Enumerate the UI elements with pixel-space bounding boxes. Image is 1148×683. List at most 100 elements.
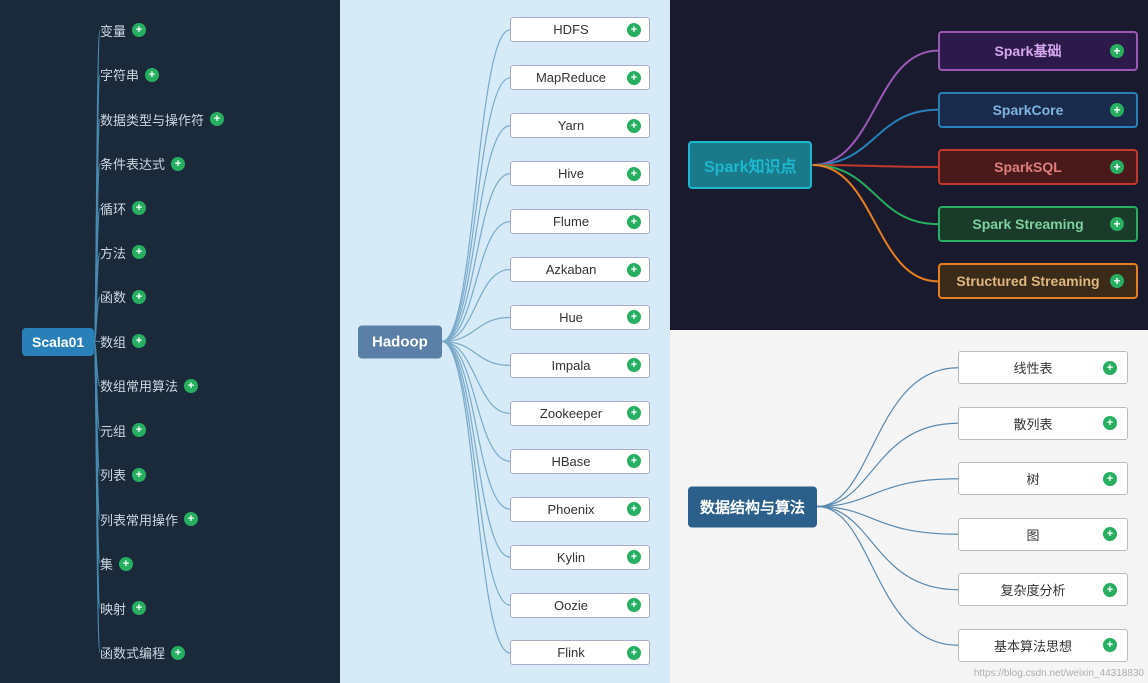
- hadoop-item: Flink+: [510, 640, 650, 665]
- hadoop-item-label: Kylin: [519, 550, 623, 565]
- scala-item-label: 函数: [100, 287, 126, 306]
- spark-item-label: SparkCore: [952, 102, 1104, 118]
- hadoop-item-expand[interactable]: +: [627, 23, 641, 37]
- spark-item: SparkCore +: [938, 92, 1138, 128]
- scala-item-expand[interactable]: +: [132, 468, 146, 482]
- ds-item: 树+: [958, 462, 1128, 495]
- ds-item-label: 基本算法思想: [969, 636, 1097, 655]
- scala-item: 映射 +: [100, 599, 280, 618]
- spark-item-expand[interactable]: +: [1110, 44, 1124, 58]
- hadoop-item: Hue+: [510, 305, 650, 330]
- middle-panel: Hadoop HDFS+MapReduce+Yarn+Hive+Flume+Az…: [340, 0, 670, 683]
- spark-item-label: Structured Streaming: [952, 273, 1104, 289]
- hadoop-item: HDFS +: [510, 17, 650, 42]
- scala-item: 方法 +: [100, 243, 280, 262]
- spark-item-expand[interactable]: +: [1110, 217, 1124, 231]
- spark-item: Spark基础 +: [938, 31, 1138, 71]
- hadoop-item-expand[interactable]: +: [627, 358, 641, 372]
- hadoop-item-label: Hive: [519, 166, 623, 181]
- ds-item-expand[interactable]: +: [1103, 472, 1117, 486]
- spark-item-expand[interactable]: +: [1110, 160, 1124, 174]
- scala-item: 列表常用操作+: [100, 510, 280, 529]
- spark-item: Spark Streaming +: [938, 206, 1138, 242]
- hadoop-item-expand[interactable]: +: [627, 263, 641, 277]
- scala-item-label: 循环: [100, 199, 126, 218]
- scala-item: 集+: [100, 554, 280, 573]
- ds-item-expand[interactable]: +: [1103, 638, 1117, 652]
- ds-item-expand[interactable]: +: [1103, 527, 1117, 541]
- ds-item: 图+: [958, 518, 1128, 551]
- ds-item-expand[interactable]: +: [1103, 583, 1117, 597]
- hadoop-item-expand[interactable]: +: [627, 119, 641, 133]
- scala-item-expand[interactable]: +: [132, 23, 146, 37]
- hadoop-item-expand[interactable]: +: [627, 502, 641, 516]
- spark-item-expand[interactable]: +: [1110, 103, 1124, 117]
- hadoop-item-expand[interactable]: +: [627, 310, 641, 324]
- scala-item-expand[interactable]: +: [145, 68, 159, 82]
- hadoop-item-expand[interactable]: +: [627, 406, 641, 420]
- hadoop-item-label: Flume: [519, 214, 623, 229]
- ds-item-label: 图: [969, 525, 1097, 544]
- scala-item-expand[interactable]: +: [171, 646, 185, 660]
- hadoop-item: Oozie+: [510, 593, 650, 618]
- hadoop-item-expand[interactable]: +: [627, 215, 641, 229]
- scala-item: 函数 +: [100, 287, 280, 306]
- hadoop-item: MapReduce +: [510, 65, 650, 90]
- ds-item: 复杂度分析+: [958, 573, 1128, 606]
- hadoop-item-expand[interactable]: +: [627, 598, 641, 612]
- scala-item-label: 数据类型与操作符: [100, 110, 204, 129]
- scala-item-label: 集: [100, 554, 113, 573]
- ds-root-node[interactable]: 数据结构与算法: [688, 486, 817, 527]
- scala-item-expand[interactable]: +: [171, 157, 185, 171]
- hadoop-item-expand[interactable]: +: [627, 550, 641, 564]
- scala-item-expand[interactable]: +: [184, 379, 198, 393]
- hadoop-item-label: Phoenix: [519, 502, 623, 517]
- ds-items-list: 线性表+散列表+树+图+复杂度分析+基本算法思想+: [958, 330, 1128, 683]
- scala-item-expand[interactable]: +: [119, 557, 133, 571]
- spark-item-expand[interactable]: +: [1110, 274, 1124, 288]
- scala-item-label: 元组: [100, 421, 126, 440]
- hadoop-item: Yarn +: [510, 113, 650, 138]
- spark-item-label: Spark Streaming: [952, 216, 1104, 232]
- scala-item-expand[interactable]: +: [132, 601, 146, 615]
- scala-item-expand[interactable]: +: [132, 290, 146, 304]
- scala-item-label: 变量: [100, 21, 126, 40]
- scala-item-expand[interactable]: +: [184, 512, 198, 526]
- scala-item-label: 条件表达式: [100, 154, 165, 173]
- scala-item-expand[interactable]: +: [210, 112, 224, 126]
- hadoop-item-expand[interactable]: +: [627, 167, 641, 181]
- spark-item-label: Spark基础: [952, 41, 1104, 61]
- scala-item-expand[interactable]: +: [132, 201, 146, 215]
- scala-item-expand[interactable]: +: [132, 423, 146, 437]
- spark-root-node[interactable]: Spark知识点: [688, 141, 812, 189]
- scala-item: 函数式编程 +: [100, 643, 280, 662]
- spark-item: SparkSQL+: [938, 149, 1138, 185]
- ds-item-expand[interactable]: +: [1103, 361, 1117, 375]
- scala-items-list: 变量+字符串+数据类型与操作符+条件表达式+循环+方法+函数+数组+数组常用算法…: [100, 0, 280, 683]
- hadoop-item-expand[interactable]: +: [627, 71, 641, 85]
- hadoop-item-label: HDFS: [519, 22, 623, 37]
- scala-item-expand[interactable]: +: [132, 334, 146, 348]
- hadoop-root-node[interactable]: Hadoop: [358, 325, 442, 358]
- hadoop-item-label: HBase: [519, 454, 623, 469]
- scala-item-label: 映射: [100, 599, 126, 618]
- hadoop-item: Kylin +: [510, 545, 650, 570]
- hadoop-item-label: Yarn: [519, 118, 623, 133]
- right-panel: Spark知识点 Spark基础+SparkCore+SparkSQL+Spar…: [670, 0, 1148, 683]
- ds-item-label: 线性表: [969, 358, 1097, 377]
- spark-panel: Spark知识点 Spark基础+SparkCore+SparkSQL+Spar…: [670, 0, 1148, 330]
- scala-item-label: 方法: [100, 243, 126, 262]
- left-panel: Scala01 变量+字符串+数据类型与操作符+条件表达式+循环+方法+函数+数…: [0, 0, 340, 683]
- scala-item: 数组 +: [100, 332, 280, 351]
- scala-item-label: 数组常用算法: [100, 376, 178, 395]
- scala-item-expand[interactable]: +: [132, 245, 146, 259]
- ds-item-expand[interactable]: +: [1103, 416, 1117, 430]
- hadoop-item-label: MapReduce: [519, 70, 623, 85]
- scala-item: 数组常用算法 +: [100, 376, 280, 395]
- hadoop-item-expand[interactable]: +: [627, 646, 641, 660]
- scala-item-label: 函数式编程: [100, 643, 165, 662]
- hadoop-item-label: Zookeeper: [519, 406, 623, 421]
- scala-root-node[interactable]: Scala01: [22, 328, 94, 356]
- hadoop-item-expand[interactable]: +: [627, 454, 641, 468]
- scala-item-label: 数组: [100, 332, 126, 351]
